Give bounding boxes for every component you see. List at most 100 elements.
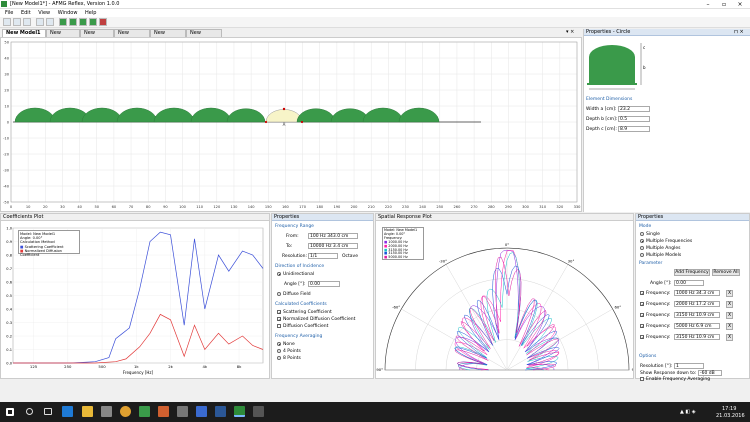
sawtooth-element-icon[interactable]: [89, 18, 97, 26]
remove-frequency-button[interactable]: X: [726, 290, 733, 297]
tab-new-model5[interactable]: New Model5*: [150, 29, 186, 43]
show-response-select[interactable]: -60 dB: [698, 370, 722, 376]
circle-element[interactable]: [14, 107, 56, 123]
tab-new-model6[interactable]: New Model6*: [186, 29, 222, 43]
tab-new-model2[interactable]: New Model2: [46, 29, 80, 43]
enable-averaging-checkbox[interactable]: [640, 377, 644, 381]
element-handle[interactable]: [282, 107, 286, 111]
clock-date[interactable]: 21.03.2016: [716, 413, 745, 419]
resolution-select[interactable]: 1/1: [308, 253, 338, 259]
minimize-icon[interactable]: –: [702, 0, 714, 9]
y-tick-label: 0.4: [6, 307, 12, 311]
unidirectional-radio[interactable]: [277, 272, 281, 276]
circle-element[interactable]: [362, 107, 404, 123]
app-green-icon[interactable]: [139, 406, 150, 417]
frequency-select[interactable]: 3150 Hz 10.9 cm: [674, 334, 720, 340]
frequency-select[interactable]: 5000 Hz 6.9 cm: [674, 323, 720, 329]
app-dark-icon[interactable]: [253, 406, 264, 417]
mode-single-radio[interactable]: [640, 232, 644, 236]
from-select[interactable]: 100 Hz 343.0 cm: [308, 233, 358, 239]
fit-view-icon[interactable]: [46, 18, 54, 26]
remove-all-button[interactable]: Remove All: [712, 269, 740, 276]
measure-tool-icon[interactable]: [36, 18, 44, 26]
frequency-select[interactable]: 1000 Hz 34.3 cm: [674, 290, 720, 296]
depth-c-input[interactable]: 8.9: [618, 126, 650, 132]
tab-list-chevron-icon[interactable]: ▾ ×: [566, 29, 574, 35]
x-tick-label: 160: [282, 205, 290, 209]
chrome-icon[interactable]: [120, 406, 131, 417]
remove-frequency-button[interactable]: X: [726, 301, 733, 308]
circle-element[interactable]: [398, 107, 440, 123]
custom-element-icon[interactable]: [99, 18, 107, 26]
circle-element[interactable]: [190, 107, 232, 123]
app-blue-icon[interactable]: [196, 406, 207, 417]
norm-diffusion-checkbox[interactable]: ✓: [277, 317, 281, 322]
menu-window[interactable]: Window: [58, 10, 78, 16]
tab-new-model3[interactable]: New Model3*: [80, 29, 114, 43]
app-gray-icon[interactable]: [177, 406, 188, 417]
zoom-tool-icon[interactable]: [23, 18, 31, 26]
maximize-icon[interactable]: ▫: [718, 0, 730, 9]
section-calculated-coefficients: Calculated Coefficients: [275, 302, 327, 307]
close-icon[interactable]: ×: [734, 0, 746, 9]
selected-circle-element[interactable]: [265, 109, 303, 123]
frequency-select[interactable]: 3150 Hz 10.9 cm: [674, 312, 720, 318]
frequency-checkbox[interactable]: ✓: [640, 324, 644, 329]
rectangle-element-icon[interactable]: [59, 18, 67, 26]
tab-new-model1[interactable]: New Model1 ×: [2, 29, 46, 43]
menu-view[interactable]: View: [38, 10, 50, 16]
remove-frequency-button[interactable]: X: [726, 334, 733, 341]
avg-8-radio[interactable]: [277, 356, 281, 360]
store-icon[interactable]: [101, 406, 112, 417]
app-orange-icon[interactable]: [158, 406, 169, 417]
reflex-app-icon[interactable]: [234, 406, 245, 417]
add-frequency-button[interactable]: Add Frequency: [674, 269, 710, 276]
angle-select[interactable]: 0.00: [674, 280, 704, 286]
avg-none-radio[interactable]: [277, 342, 281, 346]
circle-element[interactable]: [153, 107, 195, 123]
resolution-select[interactable]: 1: [674, 363, 704, 369]
element-handle[interactable]: [300, 120, 304, 124]
frequency-checkbox[interactable]: ✓: [640, 291, 644, 296]
to-select[interactable]: 10000 Hz 3.4 cm: [308, 243, 358, 249]
menu-file[interactable]: File: [5, 10, 13, 16]
menu-edit[interactable]: Edit: [21, 10, 31, 16]
depth-b-input[interactable]: 0.5: [618, 116, 650, 122]
circle-element[interactable]: [226, 108, 266, 123]
diffuse-field-radio[interactable]: [277, 292, 281, 296]
element-handle[interactable]: [264, 120, 268, 124]
scattering-checkbox[interactable]: ✓: [277, 310, 281, 315]
triangle-element-icon[interactable]: [79, 18, 87, 26]
clock-time[interactable]: 17:19: [722, 406, 736, 412]
diffusion-checkbox[interactable]: [277, 324, 281, 328]
angle-select[interactable]: 0.00: [308, 281, 340, 287]
circle-element[interactable]: [116, 107, 158, 123]
mode-multi-angle-radio[interactable]: [640, 246, 644, 250]
explorer-icon[interactable]: [82, 406, 93, 417]
start-icon[interactable]: [6, 408, 14, 416]
word-icon[interactable]: [215, 406, 226, 417]
frequency-label: Frequency:: [646, 335, 671, 340]
model-editor-canvas[interactable]: 0 10 20 30 40 50 60 70 80 90 100 110 120 130 140 150 160…: [0, 37, 582, 212]
mode-multi-model-radio[interactable]: [640, 253, 644, 257]
menu-help[interactable]: Help: [85, 10, 96, 16]
mode-multi-freq-radio[interactable]: [640, 239, 644, 243]
pan-tool-icon[interactable]: [13, 18, 21, 26]
circle-element-icon[interactable]: [69, 18, 77, 26]
task-view-icon[interactable]: [44, 408, 52, 415]
avg-4-radio[interactable]: [277, 349, 281, 353]
panel-pin-icon[interactable]: ⊓ ×: [734, 29, 744, 35]
frequency-select[interactable]: 2000 Hz 17.2 cm: [674, 301, 720, 307]
frequency-checkbox[interactable]: ✓: [640, 302, 644, 307]
edge-icon[interactable]: [62, 406, 73, 417]
select-tool-icon[interactable]: [3, 18, 11, 26]
frequency-checkbox[interactable]: ✓: [640, 313, 644, 318]
remove-frequency-button[interactable]: X: [726, 323, 733, 330]
width-input[interactable]: 23.2: [618, 106, 650, 112]
tray-icons[interactable]: ▲ ◧ ◈: [680, 409, 696, 415]
tab-new-model4[interactable]: New Model4*: [114, 29, 150, 43]
remove-frequency-button[interactable]: X: [726, 312, 733, 319]
circle-element[interactable]: [81, 107, 123, 123]
frequency-checkbox[interactable]: ✓: [640, 335, 644, 340]
search-icon[interactable]: [26, 408, 33, 415]
